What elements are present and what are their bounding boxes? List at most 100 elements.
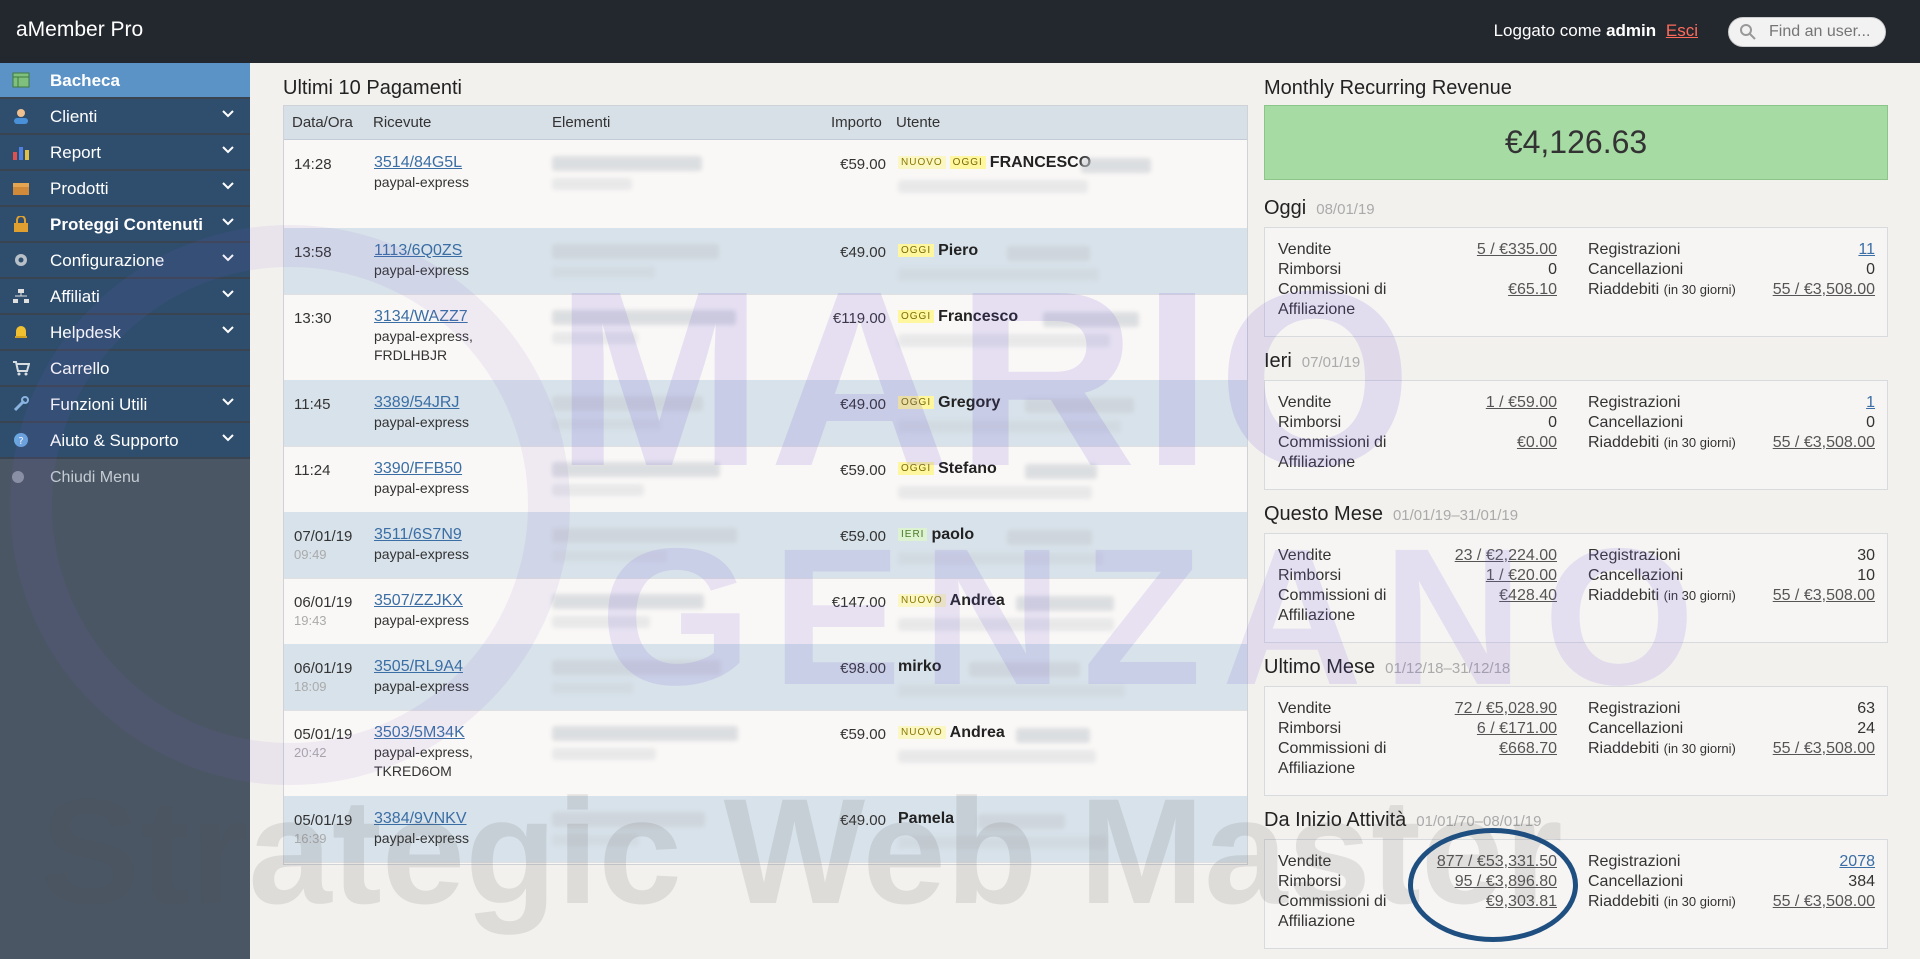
close-menu-button[interactable]: Chiudi Menu	[0, 459, 250, 495]
sidebar-item-affiliati[interactable]: Affiliati	[0, 279, 250, 315]
user-name: Pamela	[898, 810, 955, 827]
table-row[interactable]: 06/01/19 18:09 3505/RL9A4 paypal-express €98…	[284, 644, 1247, 711]
row-user[interactable]: IERI paolo	[898, 526, 974, 544]
row-user[interactable]: Pamela	[898, 810, 954, 828]
redacted-item	[552, 726, 738, 741]
value-sales[interactable]: 5 / €335.00	[1477, 241, 1557, 259]
row-time-main: 07/01/19	[294, 528, 353, 545]
table-row[interactable]: 06/01/19 19:43 3507/ZZJKX paypal-express €14…	[284, 578, 1247, 645]
row-amount: €49.00	[840, 812, 886, 829]
payment-method: paypal-express	[374, 414, 469, 430]
table-row[interactable]: 11:24 3390/FFB50 paypal-express €59.00 OGGI S…	[284, 446, 1247, 513]
user-search[interactable]	[1728, 17, 1886, 47]
value-signups[interactable]: 11	[1858, 241, 1875, 259]
value-refunds[interactable]: 95 / €3,896.80	[1455, 873, 1557, 891]
wrench-icon	[13, 396, 29, 412]
value-sales[interactable]: 877 / €53,331.50	[1437, 853, 1557, 871]
receipt-link[interactable]: 3503/5M34K	[374, 724, 465, 741]
payment-method: paypal-express	[374, 678, 469, 694]
value-sales[interactable]: 1 / €59.00	[1486, 394, 1557, 412]
label-sales: Vendite	[1278, 547, 1332, 564]
value-commissions[interactable]: €9,303.81	[1486, 893, 1557, 911]
receipt-link[interactable]: 3390/FFB50	[374, 460, 462, 477]
value-sales[interactable]: 23 / €2,224.00	[1455, 547, 1557, 565]
row-receipt: 3503/5M34K paypal-express, TKRED6OM	[374, 724, 473, 780]
redacted-item	[552, 418, 661, 430]
table-row[interactable]: 07/01/19 09:49 3511/6S7N9 paypal-express €59…	[284, 512, 1247, 579]
value-rebills[interactable]: 55 / €3,508.00	[1773, 281, 1875, 299]
table-row[interactable]: 05/01/19 16:39 3384/9VNKV paypal-express €49…	[284, 796, 1247, 863]
brand-logo[interactable]: aMember Pro	[16, 18, 143, 42]
row-receipt: 3390/FFB50 paypal-express	[374, 460, 469, 497]
receipt-link[interactable]: 3505/RL9A4	[374, 658, 463, 675]
user-name: Andrea	[949, 724, 1005, 741]
label-signups: Registrazioni	[1588, 241, 1681, 258]
sidebar-item-configurazione[interactable]: Configurazione	[0, 243, 250, 279]
box-icon	[13, 183, 29, 195]
sidebar-item-clienti[interactable]: Clienti	[0, 99, 250, 135]
row-user[interactable]: NUOVO Andrea	[898, 592, 1005, 610]
row-user[interactable]: NUOVO OGGI FRANCESCO	[898, 154, 1091, 172]
redacted-user	[978, 814, 1065, 829]
row-user[interactable]: NUOVO Andrea	[898, 724, 1005, 742]
badge-nuovo: NUOVO	[898, 156, 946, 170]
value-rebills[interactable]: 55 / €3,508.00	[1773, 893, 1875, 911]
receipt-link[interactable]: 3511/6S7N9	[374, 526, 462, 543]
row-user[interactable]: mirko	[898, 658, 942, 676]
row-receipt: 3511/6S7N9 paypal-express	[374, 526, 469, 563]
close-menu-label: Chiudi Menu	[50, 469, 140, 486]
value-signups[interactable]: 2078	[1839, 853, 1875, 871]
sidebar-item-bacheca[interactable]: Bacheca	[0, 63, 250, 99]
receipt-link[interactable]: 1113/6Q0ZS	[374, 242, 462, 259]
table-row[interactable]: 05/01/19 20:42 3503/5M34K paypal-express, TK…	[284, 710, 1247, 797]
sidebar-item-prodotti[interactable]: Prodotti	[0, 171, 250, 207]
table-row[interactable]: 13:30 3134/WAZZ7 paypal-express, FRDLHBJR €1…	[284, 294, 1247, 381]
sidebar-item-report[interactable]: Report	[0, 135, 250, 171]
payment-method: paypal-express	[374, 830, 469, 846]
search-input[interactable]	[1767, 22, 1883, 42]
table-row[interactable]: 14:28 3514/84G5L paypal-express €59.00 NUOVO…	[284, 140, 1247, 229]
value-commissions[interactable]: €65.10	[1508, 281, 1557, 299]
row-time: 14:28	[294, 156, 332, 173]
label-signups: Registrazioni	[1588, 547, 1681, 564]
row-time: 06/01/19 18:09	[294, 660, 352, 694]
sidebar-item-carrello[interactable]: Carrello	[0, 351, 250, 387]
table-row[interactable]: 13:58 1113/6Q0ZS paypal-express €49.00 OGGI P…	[284, 228, 1247, 295]
sidebar-item-helpdesk[interactable]: Helpdesk	[0, 315, 250, 351]
row-user[interactable]: OGGI Stefano	[898, 460, 997, 478]
receipt-link[interactable]: 3514/84G5L	[374, 154, 462, 171]
value-sales[interactable]: 72 / €5,028.90	[1455, 700, 1557, 718]
col-items: Elementi	[552, 114, 611, 131]
table-row[interactable]: 11:45 3389/54JRJ paypal-express €49.00 OGGI G…	[284, 380, 1247, 447]
value-refunds[interactable]: 1 / €20.00	[1486, 567, 1557, 585]
redacted-item	[552, 178, 632, 190]
sidebar-item-proteggi-contenuti[interactable]: Proteggi Contenuti	[0, 207, 250, 243]
value-commissions[interactable]: €428.40	[1499, 587, 1557, 605]
logout-link[interactable]: Esci	[1666, 21, 1698, 40]
sidebar-item-aiuto-supporto[interactable]: ? Aiuto & Supporto	[0, 423, 250, 459]
lock-icon	[14, 216, 28, 232]
value-rebills[interactable]: 55 / €3,508.00	[1773, 740, 1875, 758]
value-rebills[interactable]: 55 / €3,508.00	[1773, 587, 1875, 605]
user-name: Stefano	[938, 460, 997, 477]
value-commissions[interactable]: €668.70	[1499, 740, 1557, 758]
sidebar-item-funzioni-utili[interactable]: Funzioni Utili	[0, 387, 250, 423]
value-refunds[interactable]: 6 / €171.00	[1477, 720, 1557, 738]
row-user[interactable]: OGGI Francesco	[898, 308, 1018, 326]
receipt-link[interactable]: 3507/ZZJKX	[374, 592, 463, 609]
value-rebills[interactable]: 55 / €3,508.00	[1773, 434, 1875, 452]
payment-method: paypal-express,	[374, 328, 473, 344]
value-cancels: 10	[1857, 567, 1875, 584]
receipt-link[interactable]: 3134/WAZZ7	[374, 308, 468, 325]
row-user[interactable]: OGGI Piero	[898, 242, 978, 260]
value-signups[interactable]: 1	[1866, 394, 1875, 412]
redacted-user	[898, 486, 1092, 499]
row-user[interactable]: OGGI Gregory	[898, 394, 1000, 412]
sidebar-item-label: Carrello	[50, 359, 110, 378]
row-time-main: 11:24	[294, 462, 331, 479]
receipt-link[interactable]: 3384/9VNKV	[374, 810, 467, 827]
value-commissions[interactable]: €0.00	[1517, 434, 1557, 452]
user-name: Francesco	[938, 308, 1019, 325]
stats-date: 01/12/18–31/12/18	[1385, 660, 1511, 677]
receipt-link[interactable]: 3389/54JRJ	[374, 394, 459, 411]
